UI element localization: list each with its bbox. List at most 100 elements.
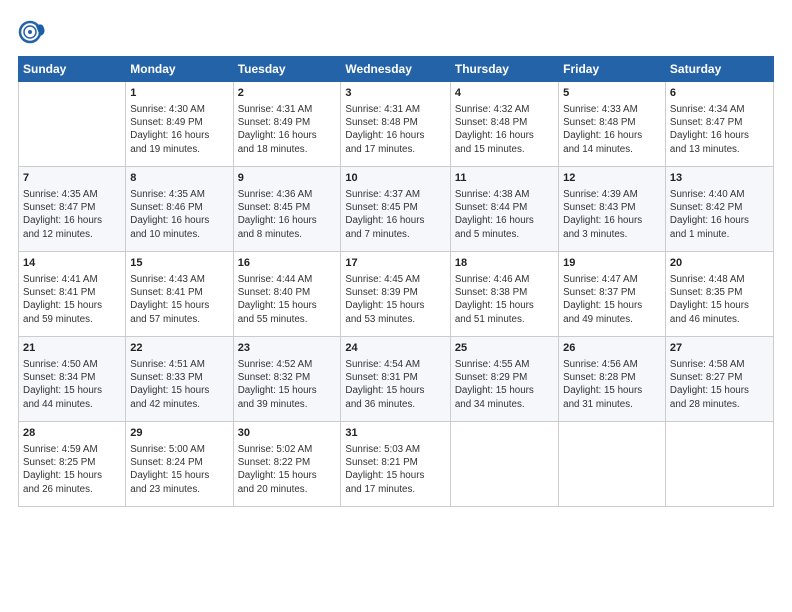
day-number: 20 — [670, 256, 769, 271]
calendar-table: SundayMondayTuesdayWednesdayThursdayFrid… — [18, 56, 774, 507]
cell-details: Sunrise: 4:44 AM Sunset: 8:40 PM Dayligh… — [238, 273, 337, 326]
header-cell-tuesday: Tuesday — [233, 57, 341, 82]
header — [18, 18, 774, 46]
day-number: 4 — [455, 86, 554, 101]
calendar-cell: 12Sunrise: 4:39 AM Sunset: 8:43 PM Dayli… — [559, 167, 666, 252]
day-number: 1 — [130, 86, 228, 101]
calendar-cell: 24 Sunrise: 4:54 AM Sunset: 8:31 PM Dayli… — [341, 337, 450, 422]
calendar-cell: 3 Sunrise: 4:31 AM Sunset: 8:48 PM Daylig… — [341, 82, 450, 167]
header-cell-sunday: Sunday — [19, 57, 126, 82]
cell-details: Sunrise: 4:55 AM Sunset: 8:29 PM Dayligh… — [455, 358, 554, 411]
calendar-cell: 20 Sunrise: 4:48 AM Sunset: 8:35 PM Dayli… — [665, 252, 773, 337]
calendar-cell: 30 Sunrise: 5:02 AM Sunset: 8:22 PM Dayli… — [233, 422, 341, 507]
day-number: 27 — [670, 341, 769, 356]
day-number: 28 — [23, 426, 121, 441]
day-number: 17 — [345, 256, 445, 271]
calendar-cell: 29 Sunrise: 5:00 AM Sunset: 8:24 PM Dayli… — [126, 422, 233, 507]
calendar-cell: 10 Sunrise: 4:37 AM Sunset: 8:45 PM Dayli… — [341, 167, 450, 252]
day-number: 22 — [130, 341, 228, 356]
cell-details: Sunrise: 4:54 AM Sunset: 8:31 PM Dayligh… — [345, 358, 445, 411]
day-number: 19 — [563, 256, 661, 271]
cell-details: Sunrise: 4:47 AM Sunset: 8:37 PM Dayligh… — [563, 273, 661, 326]
day-number: 31 — [345, 426, 445, 441]
cell-details: Sunrise: 4:48 AM Sunset: 8:35 PM Dayligh… — [670, 273, 769, 326]
day-number: 21 — [23, 341, 121, 356]
calendar-cell: 28 Sunrise: 4:59 AM Sunset: 8:25 PM Dayli… — [19, 422, 126, 507]
day-number: 24 — [345, 341, 445, 356]
day-number: 14 — [23, 256, 121, 271]
cell-details: Sunrise: 4:38 AM Sunset: 8:44 PM Dayligh… — [455, 188, 554, 241]
calendar-cell: 14 Sunrise: 4:41 AM Sunset: 8:41 PM Dayli… — [19, 252, 126, 337]
cell-details: Sunrise: 4:59 AM Sunset: 8:25 PM Dayligh… — [23, 443, 121, 496]
cell-details: Sunrise: 4:46 AM Sunset: 8:38 PM Dayligh… — [455, 273, 554, 326]
day-number: 16 — [238, 256, 337, 271]
cell-details: Sunrise: 4:33 AM Sunset: 8:48 PM Dayligh… — [563, 103, 661, 156]
calendar-cell: 1Sunrise: 4:30 AM Sunset: 8:49 PM Daylig… — [126, 82, 233, 167]
day-number: 23 — [238, 341, 337, 356]
day-number: 9 — [238, 171, 337, 186]
calendar-cell: 31 Sunrise: 5:03 AM Sunset: 8:21 PM Dayli… — [341, 422, 450, 507]
day-number: 6 — [670, 86, 769, 101]
week-row: 21 Sunrise: 4:50 AM Sunset: 8:34 PM Dayli… — [19, 337, 774, 422]
calendar-cell — [19, 82, 126, 167]
cell-details: Sunrise: 5:02 AM Sunset: 8:22 PM Dayligh… — [238, 443, 337, 496]
calendar-cell: 19 Sunrise: 4:47 AM Sunset: 8:37 PM Dayli… — [559, 252, 666, 337]
day-number: 3 — [345, 86, 445, 101]
calendar-cell — [559, 422, 666, 507]
calendar-cell: 17 Sunrise: 4:45 AM Sunset: 8:39 PM Dayli… — [341, 252, 450, 337]
calendar-cell: 4Sunrise: 4:32 AM Sunset: 8:48 PM Daylig… — [450, 82, 558, 167]
calendar-cell: 18 Sunrise: 4:46 AM Sunset: 8:38 PM Dayli… — [450, 252, 558, 337]
calendar-cell: 2Sunrise: 4:31 AM Sunset: 8:49 PM Daylig… — [233, 82, 341, 167]
cell-details: Sunrise: 4:58 AM Sunset: 8:27 PM Dayligh… — [670, 358, 769, 411]
calendar-cell — [450, 422, 558, 507]
cell-details: Sunrise: 4:56 AM Sunset: 8:28 PM Dayligh… — [563, 358, 661, 411]
cell-details: Sunrise: 4:51 AM Sunset: 8:33 PM Dayligh… — [130, 358, 228, 411]
day-number: 5 — [563, 86, 661, 101]
day-number: 30 — [238, 426, 337, 441]
day-number: 8 — [130, 171, 228, 186]
calendar-cell: 21 Sunrise: 4:50 AM Sunset: 8:34 PM Dayli… — [19, 337, 126, 422]
cell-details: Sunrise: 4:40 AM Sunset: 8:42 PM Dayligh… — [670, 188, 769, 241]
cell-details: Sunrise: 5:03 AM Sunset: 8:21 PM Dayligh… — [345, 443, 445, 496]
day-number: 7 — [23, 171, 121, 186]
cell-details: Sunrise: 4:36 AM Sunset: 8:45 PM Dayligh… — [238, 188, 337, 241]
header-cell-monday: Monday — [126, 57, 233, 82]
day-number: 10 — [345, 171, 445, 186]
day-number: 25 — [455, 341, 554, 356]
week-row: 7 Sunrise: 4:35 AM Sunset: 8:47 PM Daylig… — [19, 167, 774, 252]
day-number: 29 — [130, 426, 228, 441]
header-row: SundayMondayTuesdayWednesdayThursdayFrid… — [19, 57, 774, 82]
calendar-cell: 9 Sunrise: 4:36 AM Sunset: 8:45 PM Daylig… — [233, 167, 341, 252]
cell-details: Sunrise: 4:41 AM Sunset: 8:41 PM Dayligh… — [23, 273, 121, 326]
calendar-cell: 15Sunrise: 4:43 AM Sunset: 8:41 PM Dayli… — [126, 252, 233, 337]
day-number: 12 — [563, 171, 661, 186]
day-number: 18 — [455, 256, 554, 271]
calendar-cell: 22 Sunrise: 4:51 AM Sunset: 8:33 PM Dayli… — [126, 337, 233, 422]
cell-details: Sunrise: 4:31 AM Sunset: 8:49 PM Dayligh… — [238, 103, 337, 156]
calendar-cell: 11 Sunrise: 4:38 AM Sunset: 8:44 PM Dayli… — [450, 167, 558, 252]
calendar-cell: 26Sunrise: 4:56 AM Sunset: 8:28 PM Dayli… — [559, 337, 666, 422]
cell-details: Sunrise: 4:45 AM Sunset: 8:39 PM Dayligh… — [345, 273, 445, 326]
calendar-cell: 25 Sunrise: 4:55 AM Sunset: 8:29 PM Dayli… — [450, 337, 558, 422]
cell-details: Sunrise: 4:31 AM Sunset: 8:48 PM Dayligh… — [345, 103, 445, 156]
calendar-cell: 23Sunrise: 4:52 AM Sunset: 8:32 PM Dayli… — [233, 337, 341, 422]
cell-details: Sunrise: 4:37 AM Sunset: 8:45 PM Dayligh… — [345, 188, 445, 241]
calendar-cell — [665, 422, 773, 507]
header-cell-wednesday: Wednesday — [341, 57, 450, 82]
cell-details: Sunrise: 4:50 AM Sunset: 8:34 PM Dayligh… — [23, 358, 121, 411]
calendar-cell: 7 Sunrise: 4:35 AM Sunset: 8:47 PM Daylig… — [19, 167, 126, 252]
day-number: 15 — [130, 256, 228, 271]
week-row: 1Sunrise: 4:30 AM Sunset: 8:49 PM Daylig… — [19, 82, 774, 167]
header-cell-thursday: Thursday — [450, 57, 558, 82]
week-row: 14 Sunrise: 4:41 AM Sunset: 8:41 PM Dayli… — [19, 252, 774, 337]
calendar-cell: 16 Sunrise: 4:44 AM Sunset: 8:40 PM Dayli… — [233, 252, 341, 337]
header-cell-saturday: Saturday — [665, 57, 773, 82]
calendar-cell: 27 Sunrise: 4:58 AM Sunset: 8:27 PM Dayli… — [665, 337, 773, 422]
calendar-cell: 6Sunrise: 4:34 AM Sunset: 8:47 PM Daylig… — [665, 82, 773, 167]
cell-details: Sunrise: 4:35 AM Sunset: 8:47 PM Dayligh… — [23, 188, 121, 241]
day-number: 11 — [455, 171, 554, 186]
calendar-cell: 8Sunrise: 4:35 AM Sunset: 8:46 PM Daylig… — [126, 167, 233, 252]
logo — [18, 18, 50, 46]
logo-icon — [18, 18, 46, 46]
cell-details: Sunrise: 5:00 AM Sunset: 8:24 PM Dayligh… — [130, 443, 228, 496]
